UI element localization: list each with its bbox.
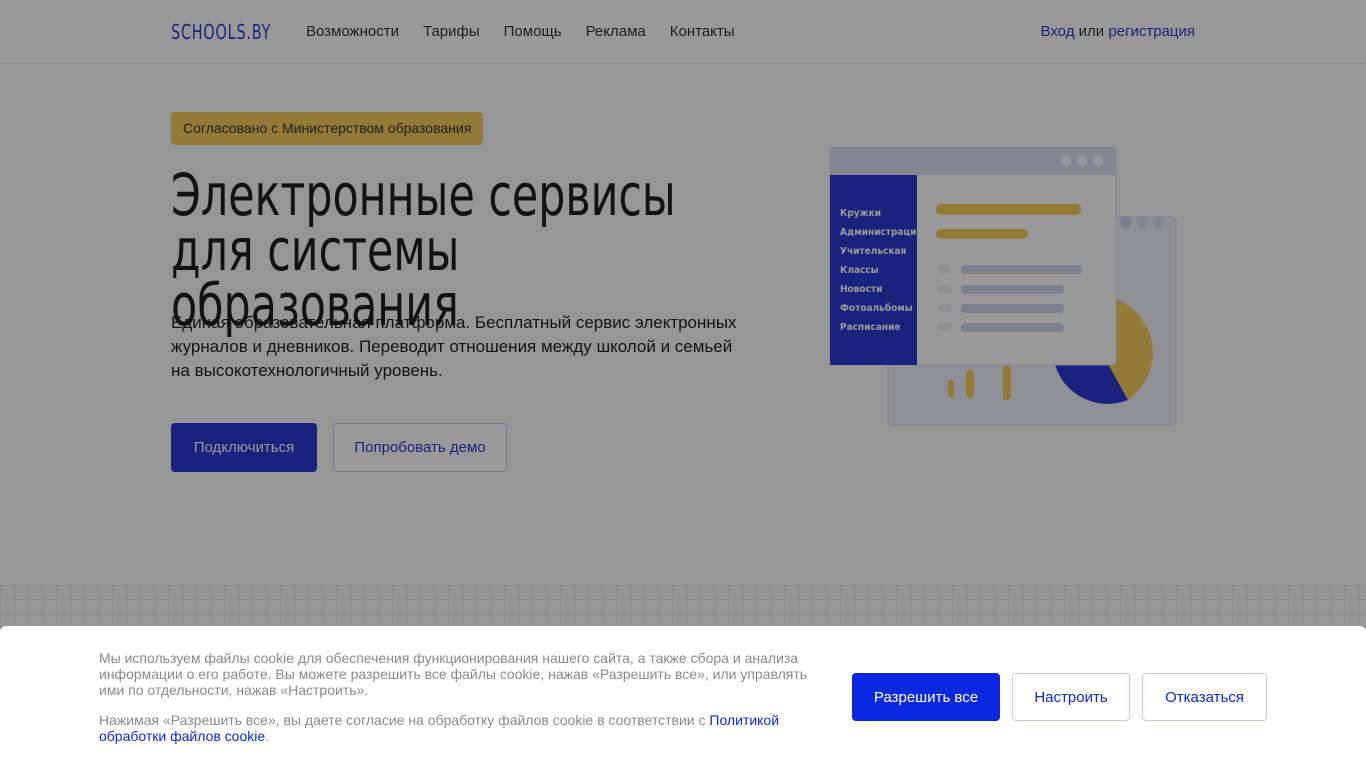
cookie-text-2: Нажимая «Разрешить все», вы даете соглас… — [99, 712, 829, 744]
decline-button[interactable]: Отказаться — [1142, 673, 1267, 721]
cookie-banner: Мы используем файлы cookie для обеспечен… — [0, 626, 1366, 768]
cookie-text: Мы используем файлы cookie для обеспечен… — [99, 650, 829, 744]
allow-all-button[interactable]: Разрешить все — [852, 673, 1000, 721]
cookie-consent-text: Нажимая «Разрешить все», вы даете соглас… — [99, 712, 710, 728]
cookie-text-1: Мы используем файлы cookie для обеспечен… — [99, 650, 808, 698]
period: . — [265, 728, 270, 744]
configure-button[interactable]: Настроить — [1012, 673, 1130, 721]
